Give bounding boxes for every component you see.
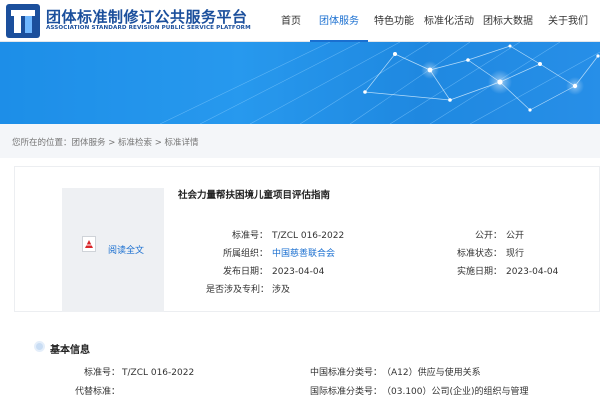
site-subtitle: ASSOCIATION STANDARD REVISION PUBLIC SER… [46, 25, 251, 31]
basic-standard-number: 标准号： T/ZCL 016-2022 [83, 368, 195, 378]
section-bullet-icon [34, 341, 45, 352]
nav-group-services[interactable]: 团体服务 [310, 0, 368, 42]
site-header: 团体标准制修订公共服务平台 ASSOCIATION STANDARD REVIS… [0, 0, 600, 42]
main-nav: 首页 团体服务 特色功能 标准化活动 团标大数据 关于我们 [272, 0, 600, 42]
pdf-icon[interactable] [82, 236, 96, 252]
standard-title: 社会力量帮扶困境儿童项目评估指南 [178, 190, 331, 201]
banner-network-graphic [0, 42, 600, 124]
basic-replaced-standard: 代替标准： [74, 387, 120, 397]
site-title[interactable]: 团体标准制修订公共服务平台 [46, 6, 248, 27]
field-standard-number: 标准号： T/ZCL 016-2022 [231, 231, 345, 241]
field-organization: 所属组织： 中国慈善联合会 [222, 249, 336, 259]
field-public: 公开： 公开 [474, 231, 525, 241]
hero-banner [0, 42, 600, 124]
nav-standardization-activities[interactable]: 标准化活动 [420, 0, 478, 42]
basic-china-classification: 中国标准分类号：（A12）供应与使用关系 [309, 368, 481, 378]
basic-international-classification: 国际标准分类号：（03.100）公司(企业)的组织与管理 [309, 387, 529, 397]
field-standard-status: 标准状态： 现行 [456, 249, 525, 259]
nav-home[interactable]: 首页 [272, 0, 310, 42]
organization-link[interactable]: 中国慈善联合会 [272, 249, 335, 259]
basic-info-heading: 基本信息 [50, 345, 90, 356]
field-publish-date: 发布日期： 2023-04-04 [222, 267, 325, 277]
field-patent: 是否涉及专利： 涉及 [206, 285, 291, 295]
logo-icon[interactable] [6, 4, 40, 38]
field-implementation-date: 实施日期： 2023-04-04 [456, 267, 559, 277]
nav-features[interactable]: 特色功能 [368, 0, 420, 42]
nav-big-data[interactable]: 团标大数据 [478, 0, 538, 42]
read-full-text-link[interactable]: 阅读全文 [108, 243, 144, 256]
nav-about-us[interactable]: 关于我们 [538, 0, 600, 42]
breadcrumb[interactable]: 您所在的位置：团体服务 > 标准检索 > 标准详情 [12, 136, 199, 148]
